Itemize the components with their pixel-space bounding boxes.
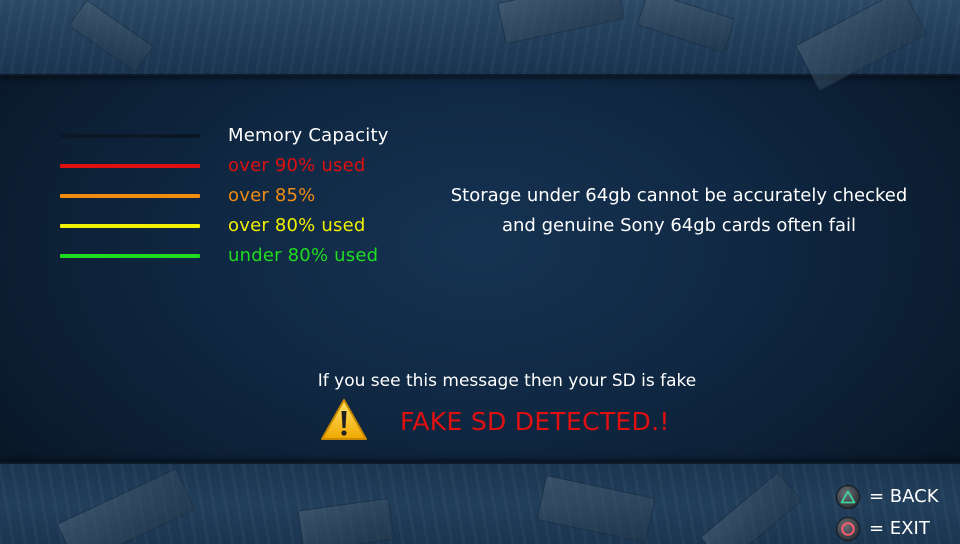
decorative-memory-card-shape bbox=[636, 0, 736, 54]
legend-line-under-80 bbox=[60, 254, 200, 258]
legend-line-over-85 bbox=[60, 194, 200, 198]
fake-sd-detected-text: FAKE SD DETECTED.! bbox=[400, 407, 670, 436]
storage-info-line-2: and genuine Sony 64gb cards often fail bbox=[501, 215, 856, 236]
storage-info-line-1: Storage under 64gb cannot be accurately … bbox=[450, 185, 908, 206]
legend-label-memory-capacity: Memory Capacity bbox=[228, 125, 389, 146]
decorative-memory-card-shape bbox=[297, 497, 395, 544]
back-label: = BACK bbox=[869, 486, 939, 507]
decorative-memory-card-shape bbox=[68, 0, 154, 73]
decorative-memory-card-shape bbox=[794, 0, 928, 92]
legend-line-over-90 bbox=[60, 164, 200, 168]
legend-line-over-80 bbox=[60, 224, 200, 228]
back-control[interactable]: = BACK bbox=[836, 484, 939, 510]
decorative-memory-card-shape bbox=[56, 468, 196, 544]
fake-sd-message: If you see this message then your SD is … bbox=[317, 371, 697, 391]
exit-control[interactable]: = EXIT bbox=[836, 516, 930, 542]
exit-label: = EXIT bbox=[869, 518, 930, 539]
fake-sd-check-screen: Memory Capacity over 90% used over 85% o… bbox=[0, 0, 960, 544]
decorative-memory-card-shape bbox=[536, 474, 656, 544]
legend-label-over-85: over 85% bbox=[228, 185, 316, 206]
decorative-memory-card-shape bbox=[496, 0, 626, 45]
top-decoration-band bbox=[0, 0, 960, 92]
warning-icon bbox=[320, 398, 368, 442]
decorative-memory-card-shape bbox=[699, 471, 803, 544]
legend-line-memory-capacity bbox=[60, 134, 200, 138]
legend-label-over-90: over 90% used bbox=[228, 155, 366, 176]
triangle-button-icon bbox=[836, 485, 860, 509]
bottom-decoration-band bbox=[0, 462, 960, 544]
legend-label-over-80: over 80% used bbox=[228, 215, 366, 236]
legend-label-under-80: under 80% used bbox=[228, 245, 379, 266]
circle-button-icon bbox=[836, 517, 860, 541]
